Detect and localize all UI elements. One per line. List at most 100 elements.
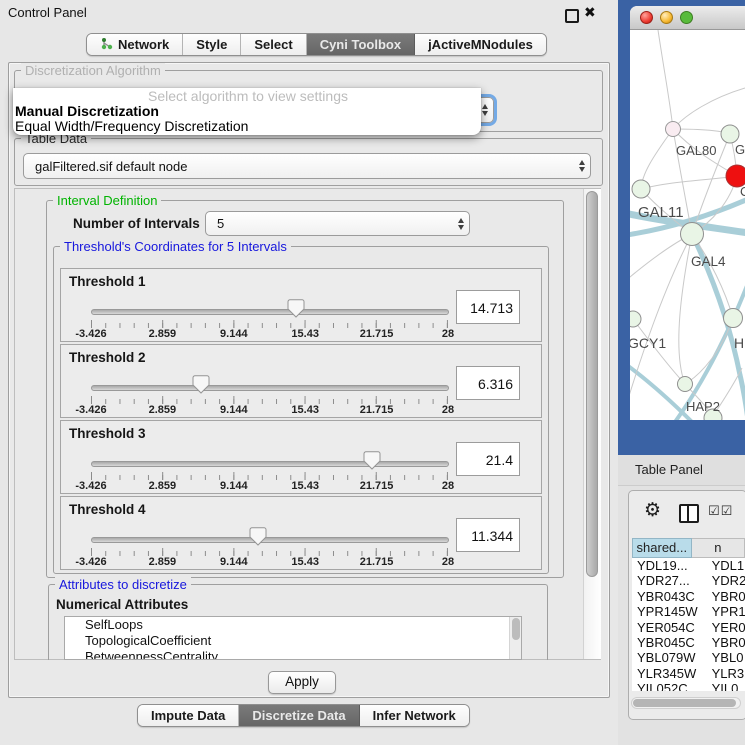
- minimize-traffic-light-icon[interactable]: [660, 11, 673, 24]
- combo-stepper-icon: [579, 160, 585, 172]
- checkbox-icons[interactable]: ☑☑: [708, 503, 733, 519]
- zoom-traffic-light-icon[interactable]: [680, 11, 693, 24]
- table-data-group: Table Data galFiltered.sif default node: [14, 138, 603, 186]
- screen: { "control_panel": { "title": "Control P…: [0, 0, 745, 745]
- bottom-tab-bar: Impute Data Discretize Data Infer Networ…: [137, 704, 470, 727]
- combo-stepper-icon: [458, 218, 464, 230]
- vertical-scrollbar-thumb[interactable]: [586, 191, 598, 577]
- node-gal80[interactable]: [666, 122, 681, 137]
- node-label: GAL4: [691, 254, 726, 269]
- table-horizontal-scrollbar[interactable]: [631, 697, 741, 709]
- network-icon: [100, 37, 113, 53]
- threshold-4-slider-thumb[interactable]: [249, 527, 267, 546]
- table-row[interactable]: YDR27...YDR2: [632, 573, 745, 588]
- columns-icon[interactable]: [679, 504, 699, 523]
- tab-style[interactable]: Style: [183, 34, 241, 55]
- list-item[interactable]: SelfLoops: [65, 617, 521, 633]
- threshold-3-slider-track[interactable]: [91, 461, 449, 467]
- threshold-2-slider-thumb[interactable]: [192, 375, 210, 394]
- top-tab-bar: Network Style Select Cyni Toolbox jActiv…: [86, 33, 547, 56]
- node-partial-top-right[interactable]: [721, 125, 739, 143]
- numerical-attributes-list[interactable]: SelfLoops TopologicalCoefficient Between…: [64, 616, 522, 660]
- threshold-1-value-field[interactable]: 14.713: [456, 290, 520, 324]
- network-window-titlebar[interactable]: [630, 6, 745, 30]
- threshold-3-ruler: [91, 472, 448, 480]
- node-label: GAL80: [676, 143, 716, 158]
- threshold-4-slider-track[interactable]: [91, 537, 449, 543]
- tab-select[interactable]: Select: [241, 34, 306, 55]
- threshold-3-label: Threshold 3: [69, 426, 146, 441]
- threshold-4-ruler: [91, 548, 448, 556]
- node-hap2[interactable]: [678, 377, 693, 392]
- threshold-1-slider-thumb[interactable]: [287, 299, 305, 318]
- threshold-4-scale-labels: -3.4262.8599.14415.4321.71528: [91, 556, 448, 568]
- table-row[interactable]: YER054CYER0: [632, 620, 745, 635]
- list-scrollbar[interactable]: [509, 617, 521, 659]
- dropdown-option-equal-width-frequency[interactable]: Equal Width/Frequency Discretization: [13, 119, 481, 134]
- table-row[interactable]: YBR043CYBR0: [632, 589, 745, 604]
- table-header-row: shared... n: [632, 538, 745, 558]
- network-view-window[interactable]: GAL80 GA GAL11 C GAL4 GCY1 H HAP2: [630, 6, 745, 420]
- table-body: YDL19...YDL1 YDR27...YDR2 YBR043CYBR0 YP…: [632, 558, 745, 691]
- algorithm-dropdown-popup: Select algorithm to view settings Manual…: [13, 88, 481, 135]
- threshold-3-value-field[interactable]: 21.4: [456, 442, 520, 476]
- close-icon[interactable]: ✖: [584, 4, 596, 21]
- threshold-3-slider-thumb[interactable]: [363, 451, 381, 470]
- node-h-partial[interactable]: [724, 309, 743, 328]
- dropdown-option-manual-discretization[interactable]: Manual Discretization: [13, 104, 481, 119]
- threshold-2-label: Threshold 2: [69, 350, 146, 365]
- tab-infer-network[interactable]: Infer Network: [360, 705, 469, 726]
- thresholds-group-title: Threshold's Coordinates for 5 Intervals: [60, 239, 291, 254]
- table-row[interactable]: YLR345WYLR3: [632, 666, 745, 681]
- node-gal11[interactable]: [632, 180, 650, 198]
- list-item[interactable]: TopologicalCoefficient: [65, 633, 521, 649]
- table-row[interactable]: YDL19...YDL1: [632, 558, 745, 573]
- threshold-3-scale-labels: -3.4262.8599.14415.4321.71528: [91, 480, 448, 492]
- interval-definition-group-title: Interval Definition: [53, 193, 161, 208]
- list-item[interactable]: BetweennessCentrality: [65, 649, 521, 660]
- combo-stepper-icon: [482, 104, 488, 116]
- tab-discretize-data[interactable]: Discretize Data: [239, 705, 359, 726]
- tab-network[interactable]: Network: [87, 34, 183, 55]
- threshold-1-ruler: [91, 320, 448, 328]
- control-panel-title: Control Panel: [8, 5, 87, 20]
- column-header-shared-name[interactable]: shared...: [632, 538, 692, 558]
- table-data-combobox[interactable]: galFiltered.sif default node: [23, 153, 591, 179]
- threshold-1-panel: Threshold 1 -3.4262.8599.14415.4321.7152…: [60, 268, 542, 342]
- node-label: C: [740, 184, 745, 199]
- threshold-1-scale-labels: -3.4262.8599.14415.4321.71528: [91, 328, 448, 340]
- dropdown-placeholder-item[interactable]: Select algorithm to view settings: [13, 89, 481, 104]
- network-canvas[interactable]: GAL80 GA GAL11 C GAL4 GCY1 H HAP2: [630, 30, 745, 420]
- threshold-1-slider-track[interactable]: [91, 309, 449, 315]
- node-label: GCY1: [630, 335, 666, 351]
- float-window-icon[interactable]: [565, 9, 579, 23]
- vertical-scrollbar[interactable]: [583, 189, 601, 659]
- threshold-4-value-field[interactable]: 11.344: [456, 518, 520, 552]
- tab-cyni-toolbox[interactable]: Cyni Toolbox: [307, 34, 415, 55]
- node-gcy1[interactable]: [630, 311, 641, 327]
- number-of-intervals-combobox[interactable]: 5: [205, 211, 470, 236]
- number-of-intervals-label: Number of Intervals: [73, 216, 200, 231]
- table-row[interactable]: YIL052CYIL0: [632, 681, 745, 691]
- list-scrollbar-thumb[interactable]: [512, 618, 520, 640]
- node-label: H: [734, 335, 744, 351]
- close-traffic-light-icon[interactable]: [640, 11, 653, 24]
- numerical-attributes-label: Numerical Attributes: [56, 597, 188, 612]
- discretization-algorithm-group-title: Discretization Algorithm: [21, 63, 165, 78]
- table-horizontal-scrollbar-thumb[interactable]: [633, 699, 736, 707]
- table-row[interactable]: YPR145WYPR1: [632, 604, 745, 619]
- apply-button[interactable]: Apply: [268, 671, 336, 694]
- node-label: HAP2: [686, 399, 720, 414]
- tab-jactivemnodules[interactable]: jActiveMNodules: [415, 34, 546, 55]
- network-graph: GAL80 GA GAL11 C GAL4 GCY1 H HAP2: [630, 30, 745, 420]
- threshold-2-value-field[interactable]: 6.316: [456, 366, 520, 400]
- node-gal4[interactable]: [681, 223, 704, 246]
- tab-impute-data[interactable]: Impute Data: [138, 705, 239, 726]
- gear-icon[interactable]: ⚙: [644, 500, 661, 522]
- table-data-selected-value: galFiltered.sif default node: [35, 159, 187, 174]
- table-row[interactable]: YBL079WYBL0: [632, 650, 745, 665]
- threshold-2-slider-track[interactable]: [91, 385, 449, 391]
- column-header-name[interactable]: n: [692, 538, 745, 558]
- table-row[interactable]: YBR045CYBR0: [632, 635, 745, 650]
- threshold-4-panel: Threshold 4 -3.4262.8599.14415.4321.7152…: [60, 496, 542, 570]
